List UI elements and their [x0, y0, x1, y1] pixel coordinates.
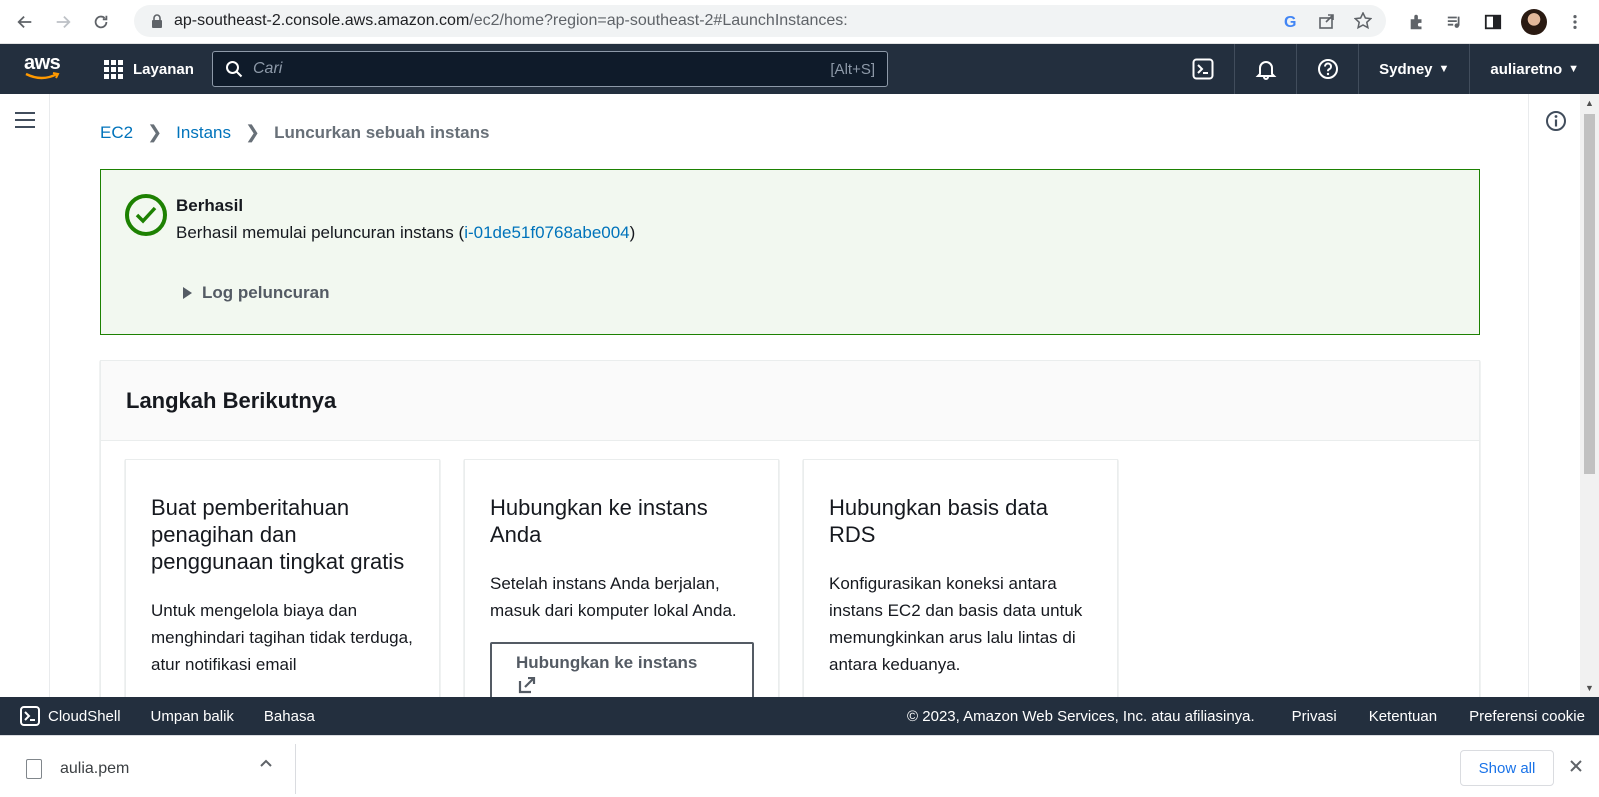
footer-feedback[interactable]: Umpan balik	[136, 708, 249, 725]
card-title: Hubungkan basis data RDS	[829, 495, 1048, 547]
services-menu[interactable]: Layanan	[104, 59, 194, 79]
lock-icon	[152, 14, 162, 28]
scroll-down-arrow-icon[interactable]: ▼	[1585, 683, 1594, 693]
url-text: ap-southeast-2.console.aws.amazon.com/ec…	[174, 12, 848, 29]
chevron-right-icon: ❯	[244, 122, 261, 142]
scroll-up-arrow-icon[interactable]: ▲	[1585, 98, 1594, 108]
breadcrumb-current: Luncurkan sebuah instans	[274, 122, 490, 142]
card-connect-rds: Hubungkan basis data RDS Konfigurasikan …	[803, 459, 1118, 697]
chevron-right-icon: ❯	[147, 122, 163, 142]
cloudshell-label: CloudShell	[48, 707, 121, 725]
expand-triangle-icon	[183, 287, 192, 299]
extensions-icon[interactable]	[1407, 12, 1427, 32]
card-title: Hubungkan ke instans Anda	[490, 495, 708, 547]
search-shortcut-hint: [Alt+S]	[830, 60, 875, 78]
success-alert: Berhasil Berhasil memulai peluncuran ins…	[100, 169, 1480, 335]
connect-instance-button[interactable]: Hubungkan ke instans	[490, 642, 754, 697]
caret-down-icon: ▼	[1568, 63, 1579, 75]
share-icon[interactable]	[1318, 12, 1336, 30]
services-label: Layanan	[133, 60, 194, 78]
chevron-up-icon[interactable]	[259, 758, 273, 768]
reload-icon[interactable]	[88, 9, 114, 35]
download-item[interactable]: aulia.pem	[0, 744, 296, 794]
info-icon[interactable]	[1545, 110, 1567, 132]
footer-terms-link[interactable]: Ketentuan	[1369, 708, 1437, 725]
region-label: Sydney	[1379, 60, 1433, 78]
footer-copyright: © 2023, Amazon Web Services, Inc. atau a…	[907, 707, 1255, 725]
card-billing-alerts: Buat pemberitahuan penagihan dan penggun…	[125, 459, 440, 697]
search-box[interactable]: [Alt+S]	[212, 51, 888, 87]
file-icon	[26, 759, 42, 779]
launch-log-label: Log peluncuran	[202, 283, 330, 302]
next-steps-panel: Langkah Berikutnya Buat pemberitahuan pe…	[100, 360, 1480, 697]
profile-avatar[interactable]	[1521, 9, 1547, 35]
card-connect-instance: Hubungkan ke instans Anda Setelah instan…	[464, 459, 779, 697]
card-description: Setelah instans Anda berjalan, masuk dar…	[490, 574, 737, 620]
footer-cloudshell[interactable]: CloudShell	[20, 706, 136, 726]
svg-text:G: G	[1284, 14, 1296, 30]
breadcrumb: EC2 ❯ Instans ❯ Luncurkan sebuah instans	[100, 122, 489, 143]
instance-id-link[interactable]: i-01de51f0768abe004	[464, 223, 629, 242]
scrollbar-thumb[interactable]	[1584, 114, 1595, 474]
address-bar[interactable]: ap-southeast-2.console.aws.amazon.com/ec…	[134, 5, 1386, 37]
account-menu[interactable]: auliaretno ▼	[1469, 44, 1599, 94]
page-scrollbar[interactable]: ▲ ▼	[1580, 94, 1599, 697]
breadcrumb-instances[interactable]: Instans	[176, 123, 231, 143]
hamburger-menu-icon[interactable]	[15, 112, 35, 133]
console-footer: CloudShell Umpan balik Bahasa © 2023, Am…	[0, 697, 1599, 735]
search-input[interactable]	[253, 60, 793, 78]
main-content: EC2 ❯ Instans ❯ Luncurkan sebuah instans…	[50, 94, 1528, 697]
cloudshell-icon	[20, 706, 40, 726]
aws-logo[interactable]: aws	[22, 52, 62, 84]
breadcrumb-ec2[interactable]: EC2	[100, 123, 133, 143]
bookmark-star-icon[interactable]	[1353, 11, 1373, 30]
region-selector[interactable]: Sydney ▼	[1358, 44, 1469, 94]
alert-message: Berhasil memulai peluncuran instans (i-0…	[176, 223, 636, 242]
footer-cookie-preferences-link[interactable]: Preferensi cookie	[1469, 708, 1585, 725]
right-rail	[1528, 94, 1580, 697]
help-icon[interactable]	[1296, 44, 1358, 94]
connect-instance-label: Hubungkan ke instans	[516, 653, 698, 672]
aws-top-navigation: aws Layanan [Alt+S] Sydney ▼ auliaretno ▼	[0, 44, 1599, 94]
footer-privacy-link[interactable]: Privasi	[1292, 708, 1337, 725]
back-icon[interactable]	[12, 9, 38, 35]
services-grid-icon	[104, 59, 123, 79]
media-queue-icon[interactable]	[1445, 12, 1465, 32]
side-panel-icon[interactable]	[1483, 12, 1503, 32]
close-icon[interactable]	[1568, 758, 1584, 774]
alert-title: Berhasil	[176, 196, 244, 215]
downloads-bar: aulia.pem Show all	[0, 735, 1599, 797]
download-filename: aulia.pem	[60, 760, 130, 777]
show-all-downloads-button[interactable]: Show all	[1460, 750, 1554, 786]
external-link-icon	[518, 677, 536, 694]
success-check-icon	[125, 194, 167, 236]
notifications-bell-icon[interactable]	[1234, 44, 1296, 94]
footer-language[interactable]: Bahasa	[249, 708, 330, 725]
account-name: auliaretno	[1490, 60, 1563, 78]
caret-down-icon: ▼	[1438, 63, 1450, 75]
cloudshell-icon[interactable]	[1172, 44, 1234, 94]
forward-icon[interactable]	[50, 9, 76, 35]
next-steps-title: Langkah Berikutnya	[101, 361, 1479, 441]
left-rail	[0, 94, 50, 697]
card-description: Untuk mengelola biaya dan menghindari ta…	[151, 601, 413, 674]
google-icon[interactable]: G	[1282, 12, 1300, 31]
browser-toolbar: ap-southeast-2.console.aws.amazon.com/ec…	[0, 0, 1599, 44]
card-title: Buat pemberitahuan penagihan dan penggun…	[151, 495, 405, 574]
card-description: Konfigurasikan koneksi antara instans EC…	[829, 574, 1083, 674]
browser-menu-icon[interactable]	[1565, 12, 1585, 32]
launch-log-toggle[interactable]: Log peluncuran	[183, 283, 330, 303]
search-icon	[226, 61, 243, 78]
